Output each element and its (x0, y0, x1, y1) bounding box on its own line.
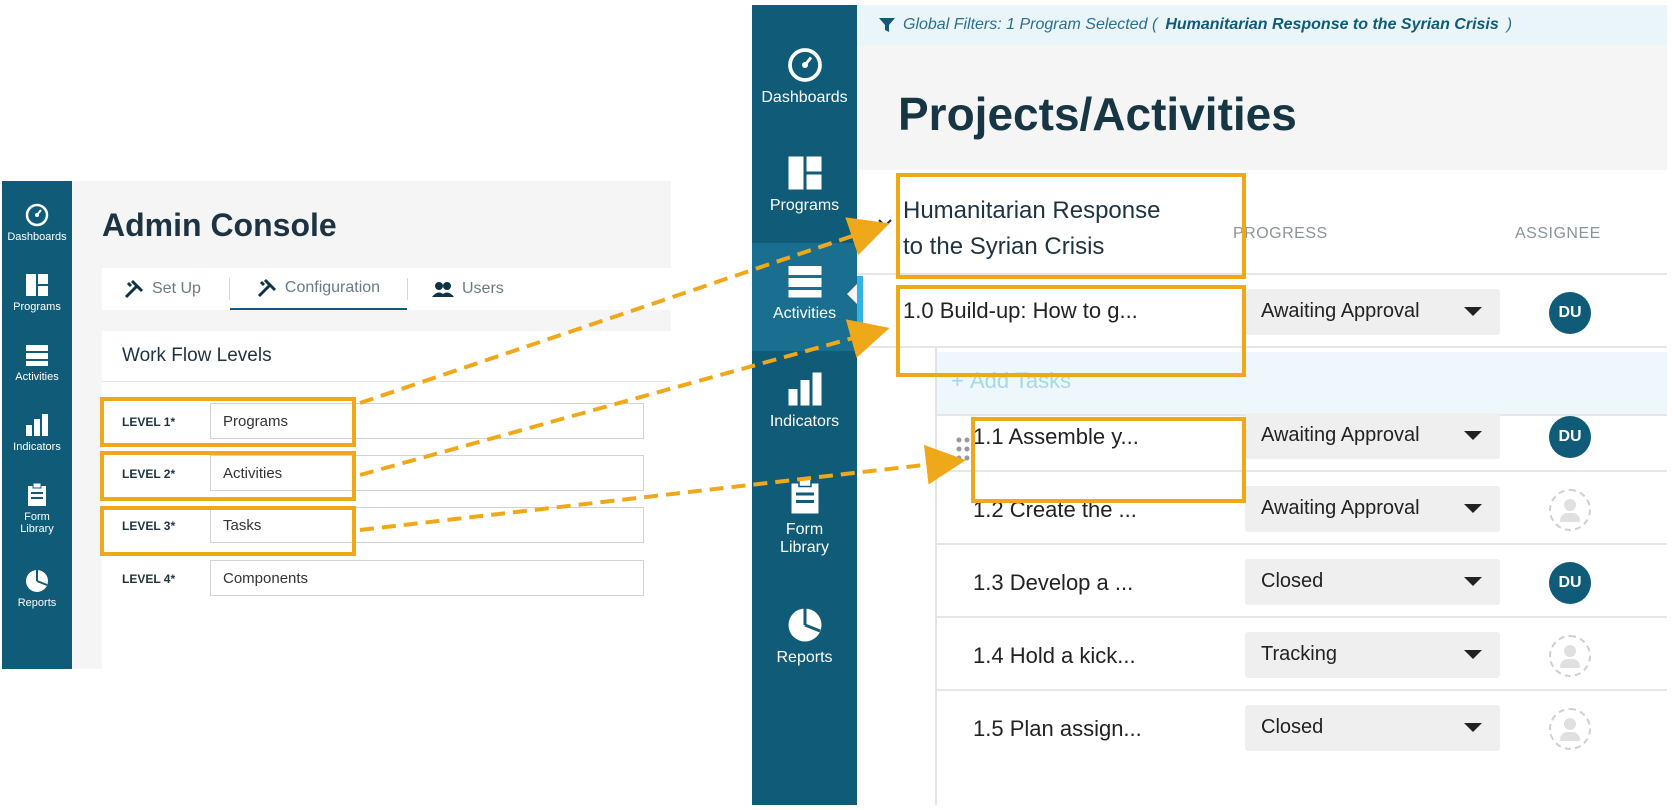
arrow-level3-to-task (359, 444, 966, 532)
connector-arrows (359, 217, 966, 532)
arrow-level2-to-activity (359, 319, 890, 477)
arrow-level1-to-program (359, 217, 890, 405)
